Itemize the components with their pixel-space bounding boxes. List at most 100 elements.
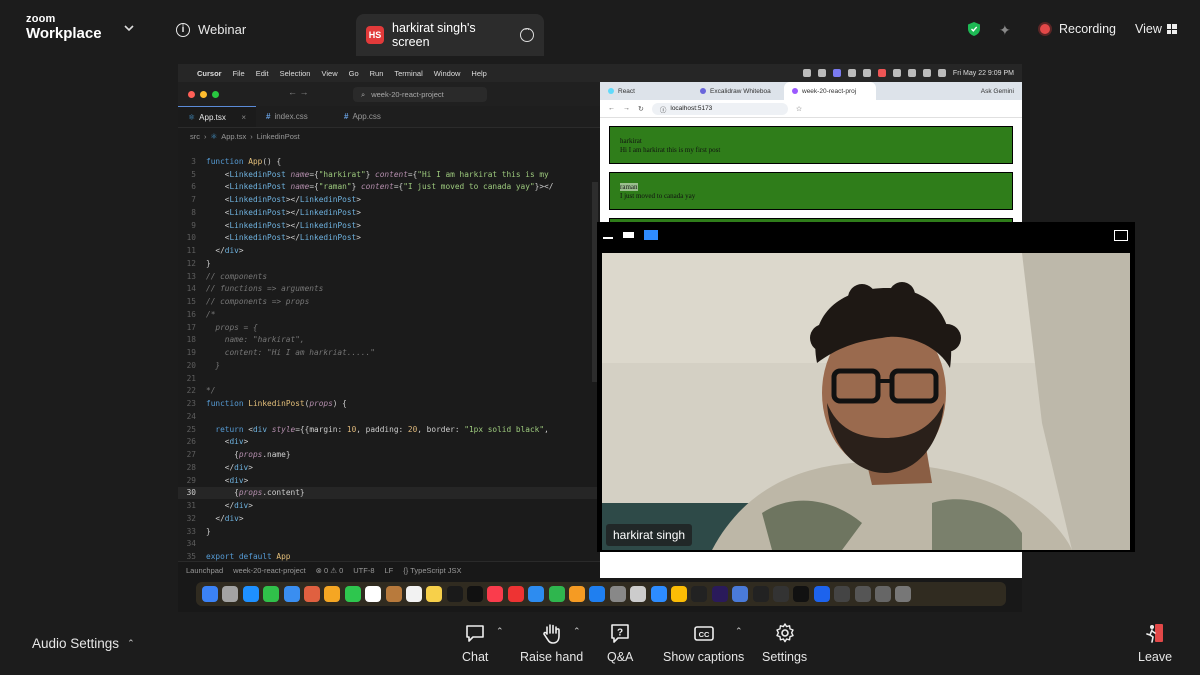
question-icon: ?	[611, 624, 630, 643]
search-icon[interactable]	[922, 69, 931, 77]
screen-share-tab[interactable]: HS harkirat singh's screen	[356, 14, 544, 56]
menu-file[interactable]: File	[233, 69, 245, 78]
shrink-video-icon[interactable]	[623, 232, 634, 238]
chrome-icon[interactable]	[670, 586, 687, 602]
keynote-icon[interactable]	[528, 586, 545, 602]
menu-window[interactable]: Window	[434, 69, 461, 78]
control-center-icon[interactable]	[937, 69, 946, 77]
zoom-logo[interactable]: zoom Workplace	[26, 14, 102, 42]
app-icon[interactable]	[854, 586, 871, 602]
safari-icon[interactable]	[242, 586, 259, 602]
nav-arrows-icon[interactable]: ← →	[288, 87, 309, 97]
mail-icon[interactable]	[283, 586, 300, 602]
security-shield-icon[interactable]	[968, 22, 980, 36]
leave-button[interactable]: Leave	[1138, 622, 1172, 664]
trash-icon[interactable]	[895, 586, 912, 602]
browser-tab-excalidraw[interactable]: Excalidraw Whiteboa	[692, 82, 784, 100]
standard-view-icon[interactable]	[644, 230, 658, 240]
maximize-window-icon[interactable]	[212, 90, 219, 98]
wifi-icon[interactable]	[907, 69, 916, 77]
tray-icon[interactable]	[847, 69, 856, 77]
more-options-icon[interactable]	[520, 24, 534, 42]
menu-help[interactable]: Help	[471, 69, 486, 78]
app-store-icon[interactable]	[589, 586, 606, 602]
minimize-video-icon[interactable]	[603, 237, 613, 239]
system-settings-icon[interactable]	[609, 586, 626, 602]
freeform-icon[interactable]	[446, 586, 463, 602]
app-icon[interactable]	[752, 586, 769, 602]
launchpad-icon[interactable]	[222, 586, 239, 602]
calendar-icon[interactable]	[365, 586, 382, 602]
address-bar[interactable]: ⓘ localhost:5173	[651, 102, 788, 115]
messages-icon[interactable]	[263, 586, 280, 602]
facetime-icon[interactable]	[344, 586, 361, 602]
music-icon[interactable]	[487, 586, 504, 602]
reminders-icon[interactable]	[405, 586, 422, 602]
close-window-icon[interactable]	[188, 90, 195, 98]
show-captions-button[interactable]: CC Show captions	[663, 622, 744, 664]
menu-selection[interactable]: Selection	[280, 69, 311, 78]
minimize-window-icon[interactable]	[200, 90, 207, 98]
tray-icon[interactable]	[832, 69, 841, 77]
preview-icon[interactable]	[630, 586, 647, 602]
menu-view[interactable]: View	[321, 69, 337, 78]
close-tab-icon[interactable]: ×	[241, 113, 246, 122]
leave-icon	[1146, 624, 1164, 643]
finder-icon[interactable]	[202, 586, 218, 602]
forward-icon[interactable]: →	[623, 105, 630, 112]
menu-go[interactable]: Go	[349, 69, 359, 78]
chat-button[interactable]: Chat	[462, 622, 488, 664]
tray-icon[interactable]	[892, 69, 901, 77]
back-icon[interactable]: ←	[608, 105, 615, 112]
photos-icon[interactable]	[324, 586, 341, 602]
browser-tab-project[interactable]: week-20-react-proj	[784, 82, 876, 100]
tray-icon[interactable]	[877, 69, 886, 77]
terminal-icon[interactable]	[691, 586, 708, 602]
bookmark-star-icon[interactable]: ☆	[796, 105, 802, 113]
downloads-icon[interactable]	[874, 586, 891, 602]
reload-icon[interactable]: ↻	[638, 105, 644, 113]
tv-icon[interactable]	[467, 586, 484, 602]
ask-gemini-button[interactable]: Ask Gemini	[973, 82, 1022, 100]
app-icon[interactable]	[834, 586, 851, 602]
menu-app[interactable]: Cursor	[197, 69, 222, 78]
chevron-up-icon[interactable]: ⌃	[127, 638, 135, 649]
ai-companion-icon[interactable]: ✦	[999, 22, 1011, 39]
tab-app-tsx[interactable]: ⚛ App.tsx ×	[178, 106, 256, 127]
piano-icon[interactable]	[772, 586, 789, 602]
command-search[interactable]: ⌕ week-20-react-project	[353, 87, 487, 102]
menu-run[interactable]: Run	[370, 69, 384, 78]
contacts-icon[interactable]	[385, 586, 402, 602]
news-icon[interactable]	[507, 586, 524, 602]
clock[interactable]: Fri May 22 9:09 PM	[953, 70, 1014, 77]
chevron-up-icon[interactable]: ⌃	[735, 626, 743, 637]
menu-edit[interactable]: Edit	[256, 69, 269, 78]
recording-status[interactable]: Recording	[1059, 22, 1116, 36]
webinar-info[interactable]: i Webinar	[176, 22, 246, 37]
tray-icon[interactable]	[862, 69, 871, 77]
docker-icon[interactable]	[813, 586, 830, 602]
menu-terminal[interactable]: Terminal	[394, 69, 422, 78]
app-icon[interactable]	[732, 586, 749, 602]
exit-fullscreen-icon[interactable]	[1114, 230, 1128, 241]
maps-icon[interactable]	[303, 586, 320, 602]
code-area[interactable]: 3 function App() { 5 <LinkedinPost name={…	[178, 155, 600, 563]
browser-tab-react[interactable]: React	[600, 82, 692, 100]
zoom-app-icon[interactable]	[650, 586, 667, 602]
numbers-icon[interactable]	[548, 586, 565, 602]
audio-settings-button[interactable]: Audio Settings ⌃	[32, 636, 135, 651]
notes-icon[interactable]	[426, 586, 443, 602]
view-button[interactable]: View	[1135, 22, 1177, 36]
tab-index-css[interactable]: # index.css	[256, 106, 334, 127]
tab-app-css[interactable]: # App.css	[334, 106, 412, 127]
cursor-app-icon[interactable]	[793, 586, 810, 602]
chevron-down-icon[interactable]	[124, 23, 134, 33]
chevron-up-icon[interactable]: ⌃	[496, 626, 504, 637]
tray-icon[interactable]	[802, 69, 811, 77]
qa-button[interactable]: ? Q&A	[607, 622, 633, 664]
tray-icon[interactable]	[817, 69, 826, 77]
premiere-icon[interactable]	[711, 586, 728, 602]
chevron-up-icon[interactable]: ⌃	[573, 626, 581, 637]
pages-icon[interactable]	[569, 586, 586, 602]
settings-button[interactable]: Settings	[762, 622, 807, 664]
